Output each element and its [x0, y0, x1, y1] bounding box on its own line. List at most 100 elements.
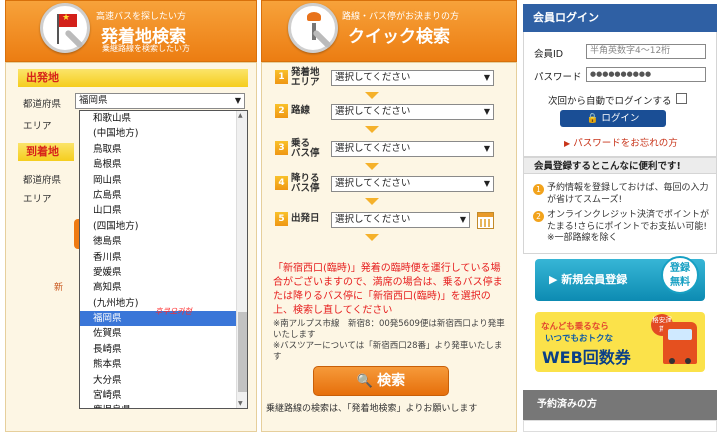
prefecture-option[interactable]: 和歌山県 [80, 111, 247, 126]
step-down-arrow-icon [365, 126, 379, 133]
prefecture-option[interactable]: 高知県 [80, 280, 247, 295]
benefits-list: 1 予約情報を登録しておけば、毎回の入力が省けてスムーズ! 2 オンラインクレジ… [523, 174, 717, 254]
arrival-area-label: エリア [23, 194, 52, 205]
chevron-down-icon: ▼ [234, 96, 241, 105]
login-button[interactable]: 🔒 ログイン [560, 110, 666, 127]
login-button-label: ログイン [601, 113, 640, 124]
step-number: 5 [275, 212, 288, 226]
departure-search-header[interactable]: ★ 高速バスを探したい方 発着地検索 乗継路線を検索したい方 [5, 0, 257, 62]
bus-icon [663, 322, 697, 364]
free-registration-badge: 登録 無料 [661, 256, 699, 294]
prefecture-option[interactable]: 熊本県 [80, 357, 247, 372]
search-icon: 🔍 [356, 374, 374, 389]
chevron-down-icon: ▼ [459, 215, 466, 224]
quick-search-title: クイック検索 [348, 27, 450, 47]
signup-label: ▶ 新規会員登録 [549, 273, 628, 286]
prefecture-option[interactable]: 徳島県 [80, 234, 247, 249]
step-label: 乗る バス停 [291, 138, 320, 159]
arrival-section-title: 到着地 [18, 143, 74, 161]
login-header: 会員ログイン [523, 4, 717, 32]
step-down-arrow-icon [365, 198, 379, 205]
header-subcaption: 乗継路線を検索したい方 [102, 44, 190, 53]
step-select[interactable]: 選択してください ▼ [331, 212, 470, 228]
flag-search-icon: ★ [40, 3, 90, 53]
prefecture-option[interactable]: 大分県 [80, 373, 247, 388]
step-select[interactable]: 選択してください ▼ [331, 104, 494, 120]
scroll-up-icon[interactable]: ▲ [238, 112, 243, 119]
login-form: 会員ID 半角英数字4〜12桁 パスワード ●●●●●●●●●● 次回から自動で… [523, 32, 717, 157]
prefecture-option[interactable]: 岡山県 [80, 173, 247, 188]
prefecture-label: 都道府県 [23, 99, 62, 110]
annotation-text: 후쿠오카현 [155, 307, 192, 316]
step-select[interactable]: 選択してください ▼ [331, 70, 494, 86]
chevron-down-icon: ▼ [483, 73, 490, 82]
sidebar: 会員ログイン 会員ID 半角英数字4〜12桁 パスワード ●●●●●●●●●● … [523, 0, 717, 432]
step-label: 降りる バス停 [291, 173, 320, 194]
benefit-number: 1 [533, 184, 544, 195]
departure-section-title: 出発地 [18, 69, 248, 87]
prefecture-option[interactable]: 香川県 [80, 250, 247, 265]
password-input[interactable]: ●●●●●●●●●● [586, 67, 706, 82]
benefits-header: 会員登録するとこんなに便利です! [523, 157, 717, 174]
select-value: 選択してください [335, 214, 411, 225]
forgot-password-link[interactable]: ▶ パスワードをお忘れの方 [564, 135, 678, 149]
member-id-label: 会員ID [534, 49, 564, 60]
prefecture-option[interactable]: 広島県 [80, 188, 247, 203]
select-value: 選択してください [335, 106, 411, 117]
banner-title: WEB回数券 [542, 348, 631, 367]
prefecture-option[interactable]: (四国地方) [80, 219, 247, 234]
prefecture-option[interactable]: 島根県 [80, 157, 247, 172]
prefecture-option[interactable]: 鹿児島県 [80, 403, 247, 408]
step-number: 1 [275, 70, 288, 84]
select-value: 選択してください [335, 178, 411, 189]
selected-prefecture: 福岡県 [79, 95, 108, 106]
prefecture-option[interactable]: 愛媛県 [80, 265, 247, 280]
note-bus-tour: ※バスツアーについては「新宿西口28番」より発車いたします [273, 341, 503, 362]
forgot-password-text: パスワードをお忘れの方 [573, 138, 678, 149]
prefecture-option[interactable]: (中国地方) [80, 126, 247, 141]
scroll-down-icon[interactable]: ▼ [238, 400, 243, 407]
step-label: 発着地 エリア [291, 67, 320, 88]
step-label: 出発日 [291, 213, 320, 224]
select-value: 選択してください [335, 143, 411, 154]
chevron-down-icon: ▼ [483, 107, 490, 116]
step-select[interactable]: 選択してください ▼ [331, 176, 494, 192]
scrollbar-thumb[interactable] [238, 312, 247, 392]
prefecture-option[interactable]: 山口県 [80, 203, 247, 218]
search-button[interactable]: 🔍 検索 [313, 366, 449, 396]
departure-prefecture-select[interactable]: 福岡県 ▼ [75, 93, 245, 109]
chevron-down-icon: ▼ [483, 179, 490, 188]
prefecture-dropdown-list[interactable]: 和歌山県 (中国地方) 鳥取県 島根県 岡山県 広島県 山口県 (四国地方) 徳島県 香川県 愛媛県… [79, 110, 248, 409]
benefit-text: 予約情報を登録しておけば、毎回の入力が省けてスムーズ! [547, 183, 709, 205]
benefit-text: オンラインクレジット決済でポイントがたまる!さらにポイントでお支払い可能! ※一… [547, 210, 710, 243]
dropdown-scrollbar[interactable]: ▲ ▼ [236, 111, 247, 408]
step-label: 路線 [291, 105, 311, 116]
reserved-section [523, 420, 717, 432]
banner-line1: なんども乗るなら [541, 322, 609, 332]
step-number: 4 [275, 176, 288, 190]
new-member-signup-button[interactable]: ▶ 新規会員登録 登録 無料 [535, 256, 705, 301]
transfer-search-note: 乗継路線の検索は、「発着地検索」よりお願いします [266, 404, 478, 414]
quick-header-caption: 路線・バス停がお決まりの方 [342, 12, 460, 22]
web-coupon-banner[interactable]: なんども乗るなら いつでもおトクな WEB回数券 格安運賃 [535, 312, 705, 372]
prefecture-option[interactable]: 鳥取県 [80, 142, 247, 157]
header-caption: 高速バスを探したい方 [96, 12, 187, 22]
step-down-arrow-icon [365, 92, 379, 99]
chevron-down-icon: ▼ [483, 144, 490, 153]
prefecture-option[interactable]: 長崎県 [80, 342, 247, 357]
quick-search-header[interactable]: 路線・バス停がお決まりの方 クイック検索 [261, 0, 517, 62]
note-minami-alps: ※南アルプス市線 新宿8：00発5609便は新宿西口より発車いたします [273, 319, 505, 340]
remember-login-label: 次回から自動でログインする [548, 96, 672, 107]
prefecture-option[interactable]: 宮崎県 [80, 388, 247, 403]
member-id-input[interactable]: 半角英数字4〜12桁 [586, 44, 706, 59]
temporary-service-notice: 「新宿西口(臨時)」発着の臨時便を運行している場合がございますので、満席の場合は… [273, 263, 503, 316]
step-select[interactable]: 選択してください ▼ [331, 141, 494, 157]
prefecture-option[interactable]: 佐賀県 [80, 326, 247, 341]
select-value: 選択してください [335, 72, 411, 83]
step-number: 3 [275, 141, 288, 155]
calendar-icon[interactable] [477, 212, 494, 229]
step-down-arrow-icon [365, 163, 379, 170]
arrival-prefecture-label: 都道府県 [23, 175, 62, 186]
remember-login-checkbox[interactable] [676, 93, 687, 104]
left-link[interactable]: 新 [54, 280, 63, 293]
